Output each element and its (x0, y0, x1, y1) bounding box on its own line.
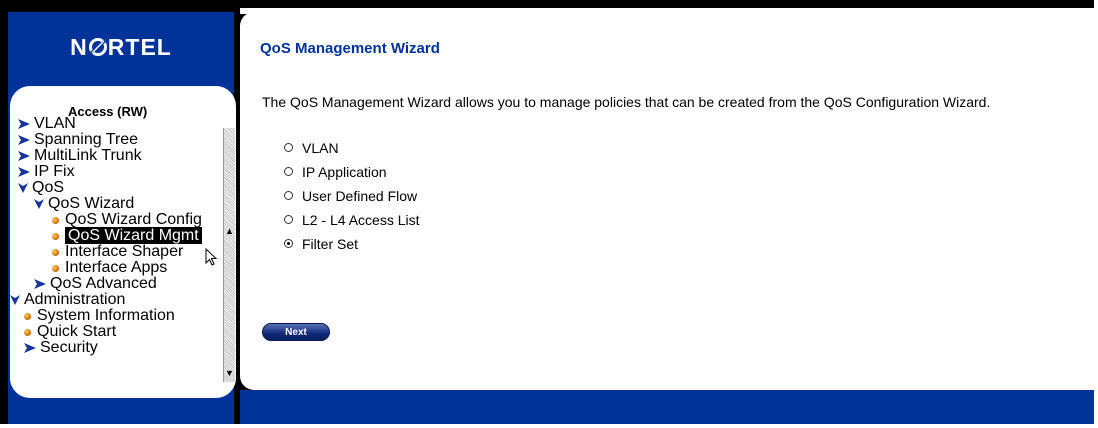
mouse-cursor-icon (205, 248, 218, 266)
chevron-right-icon (18, 151, 30, 161)
nav-item-ip-fix[interactable]: IP Fix (18, 164, 75, 180)
bullet-icon (24, 329, 31, 336)
scroll-up-icon[interactable]: ▲ (224, 226, 235, 236)
option-vlan[interactable]: VLAN (284, 139, 339, 157)
nav-item-administration[interactable]: Administration (10, 292, 125, 308)
nav-tree-panel: Access (RW) VLAN Spanning Tree MultiLink… (10, 86, 236, 398)
nav-item-qos-advanced[interactable]: QoS Advanced (34, 276, 157, 292)
chevron-right-icon (24, 343, 36, 353)
chevron-right-icon (18, 135, 30, 145)
nav-item-multilink-trunk[interactable]: MultiLink Trunk (18, 148, 142, 164)
nav-item-qos-wizard-config[interactable]: QoS Wizard Config (52, 212, 202, 228)
radio-button[interactable] (284, 143, 293, 152)
option-l2-l4-access-list[interactable]: L2 - L4 Access List (284, 211, 420, 229)
nav-item-qos-wizard[interactable]: QoS Wizard (34, 196, 134, 212)
page-description: The QoS Management Wizard allows you to … (262, 94, 991, 110)
nav-title: Access (RW) (68, 104, 148, 119)
nav-item-security[interactable]: Security (24, 340, 98, 356)
chevron-right-icon (18, 119, 30, 129)
option-user-defined-flow[interactable]: User Defined Flow (284, 187, 417, 205)
option-filter-set[interactable]: Filter Set (284, 235, 358, 253)
nortel-logo: N RTEL (70, 34, 172, 60)
chevron-down-icon (34, 199, 44, 209)
page-title: QoS Management Wizard (260, 40, 440, 57)
nav-item-spanning-tree[interactable]: Spanning Tree (18, 132, 138, 148)
nav-scrollbar[interactable]: ▲ ▼ (223, 128, 235, 382)
chevron-right-icon (18, 167, 30, 177)
bullet-icon (52, 217, 59, 224)
radio-button[interactable] (284, 215, 293, 224)
main-footer-bar (240, 390, 1094, 424)
nav-item-interface-shaper[interactable]: Interface Shaper (52, 244, 183, 260)
chevron-right-icon (34, 279, 46, 289)
bullet-icon (24, 313, 31, 320)
radio-button[interactable] (284, 167, 293, 176)
nav-item-vlan[interactable]: VLAN (18, 116, 76, 132)
logo-mark-icon (88, 35, 108, 56)
nav-item-system-information[interactable]: System Information (24, 308, 175, 324)
bullet-icon (52, 249, 59, 256)
nav-item-qos[interactable]: QoS (18, 180, 64, 196)
bullet-icon (52, 233, 59, 240)
scroll-down-icon[interactable]: ▼ (224, 368, 235, 378)
sidebar: N RTEL Access (RW) VLAN Spanning Tree Mul… (8, 12, 236, 424)
radio-button-checked[interactable] (284, 239, 293, 248)
chevron-down-icon (18, 183, 28, 193)
radio-button[interactable] (284, 191, 293, 200)
chevron-down-icon (10, 295, 20, 305)
nav-item-quick-start[interactable]: Quick Start (24, 324, 116, 340)
nav-item-interface-apps[interactable]: Interface Apps (52, 260, 167, 276)
option-ip-application[interactable]: IP Application (284, 163, 387, 181)
next-button[interactable]: Next (262, 323, 330, 341)
bullet-icon (52, 265, 59, 272)
nav-item-qos-wizard-mgmt[interactable]: QoS Wizard Mgmt (52, 227, 202, 244)
